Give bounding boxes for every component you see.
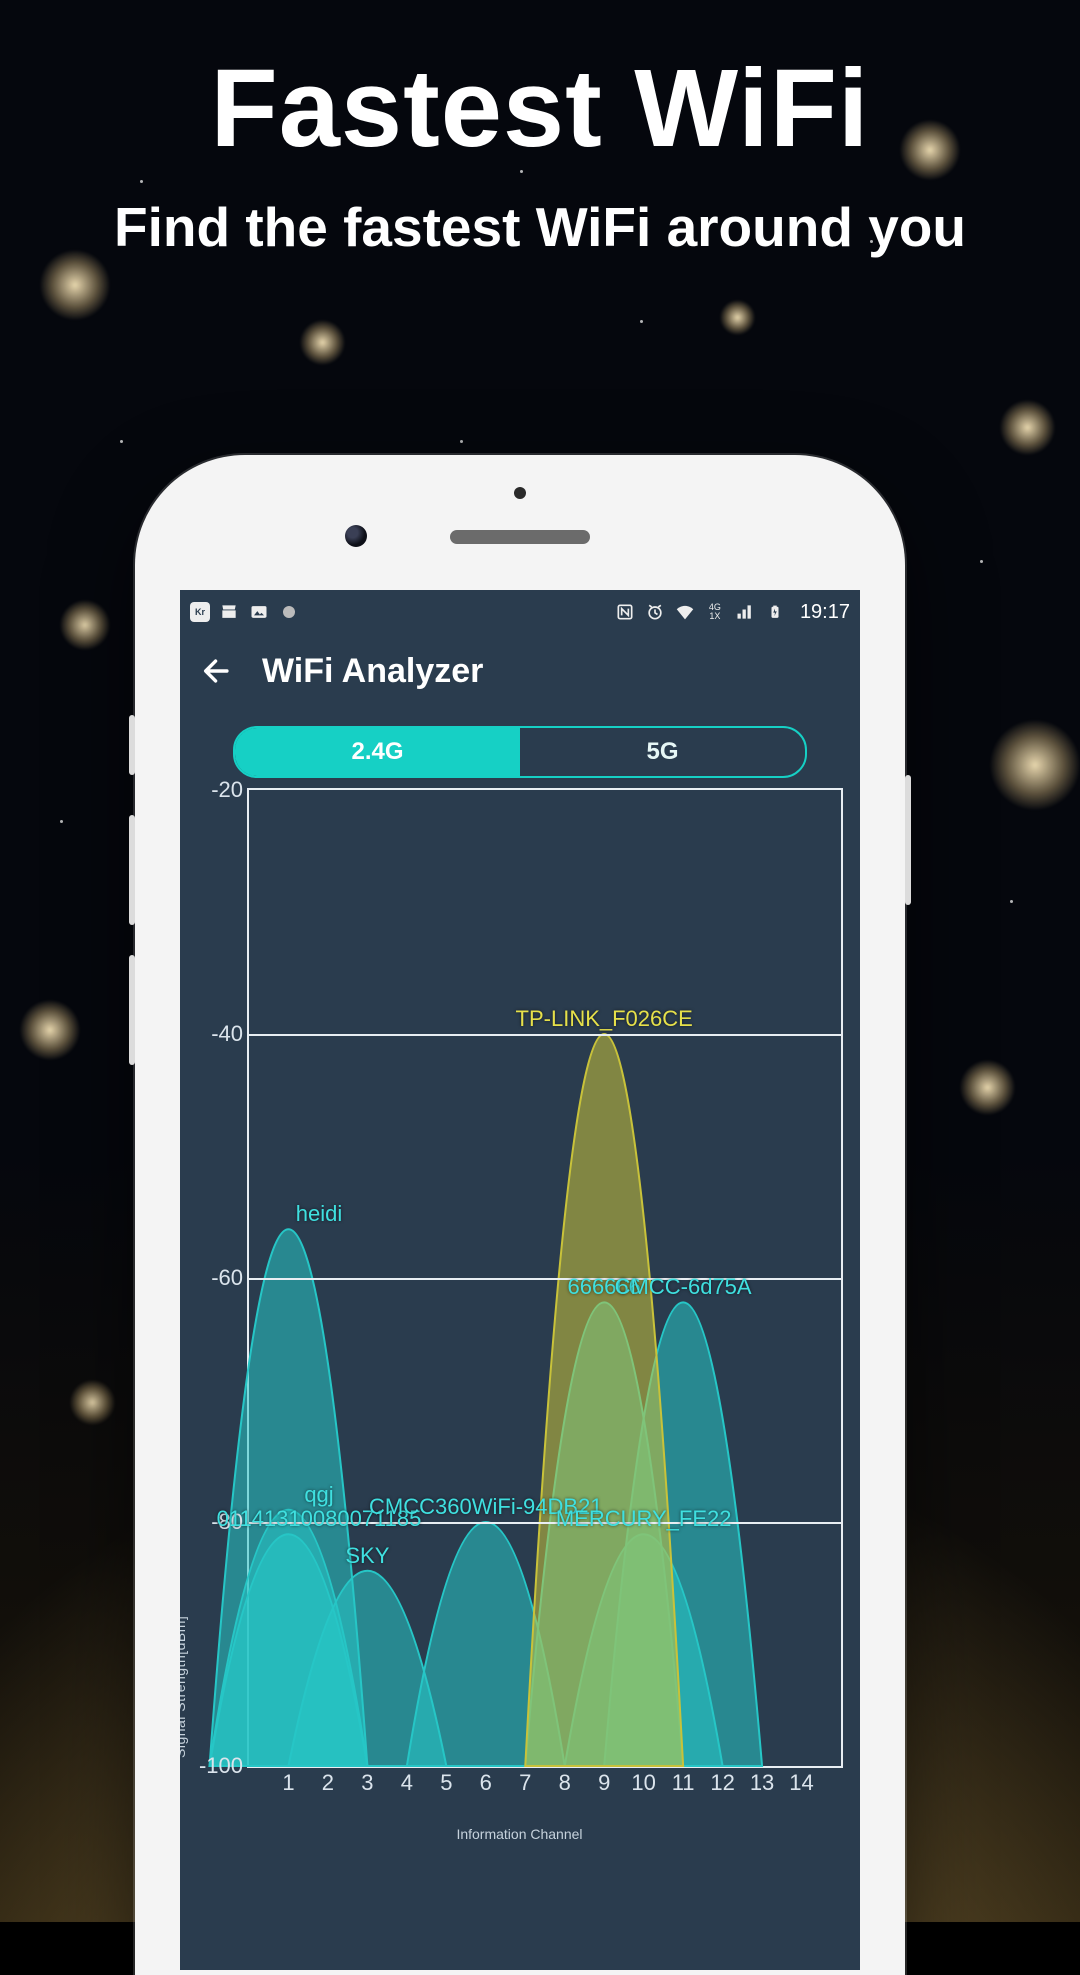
band-toggle: 2.4G 5G	[233, 726, 807, 778]
x-tick-label: 13	[750, 1770, 774, 1796]
arrow-left-icon	[200, 654, 234, 688]
band-5g-tab[interactable]: 5G	[520, 728, 805, 776]
signal-icon	[734, 601, 756, 623]
y-tick-label: -100	[199, 1753, 243, 1779]
x-tick-label: 4	[401, 1770, 413, 1796]
wifi-ssid-label: MERCURY_FE22	[556, 1506, 732, 1532]
y-tick-label: -20	[211, 777, 243, 803]
x-tick-label: 2	[322, 1770, 334, 1796]
wifi-ssid-label: heidi	[296, 1201, 342, 1227]
phone-shell: Kr	[135, 455, 905, 1975]
x-tick-label: 5	[440, 1770, 452, 1796]
status-bar: Kr	[180, 590, 860, 634]
band-24g-tab[interactable]: 2.4G	[235, 728, 520, 776]
status-clock: 19:17	[800, 601, 850, 624]
phone-top-camera	[514, 487, 526, 499]
image-icon	[248, 601, 270, 623]
phone-side-button	[129, 955, 135, 1065]
x-tick-label: 7	[519, 1770, 531, 1796]
x-tick-label: 1	[282, 1770, 294, 1796]
phone-side-button	[905, 775, 911, 905]
status-right-tray: 4G1X 19:17	[614, 601, 850, 624]
notification-app-icon: Kr	[190, 602, 210, 622]
wifi-ssid-label: CMCC-6d75A	[615, 1274, 752, 1300]
wifi-ssid-label: qgj	[304, 1482, 333, 1508]
y-axis-label: Signal Strength[dBm]	[180, 1616, 188, 1758]
x-tick-label: 8	[559, 1770, 571, 1796]
promo-title: Fastest WiFi	[0, 45, 1080, 172]
x-tick-label: 12	[710, 1770, 734, 1796]
y-tick-label: -40	[211, 1021, 243, 1047]
wifi-icon	[674, 601, 696, 623]
circle-icon	[278, 601, 300, 623]
store-icon	[218, 601, 240, 623]
y-tick-label: -60	[211, 1265, 243, 1291]
battery-charging-icon	[764, 601, 786, 623]
alarm-icon	[644, 601, 666, 623]
promo-subtitle: Find the fastest WiFi around you	[0, 195, 1080, 259]
page-title: WiFi Analyzer	[262, 652, 483, 691]
4g-signal-icon: 4G1X	[704, 601, 726, 623]
status-left-tray: Kr	[190, 601, 300, 623]
x-tick-label: 6	[480, 1770, 492, 1796]
wifi-signal-lobe	[210, 1229, 368, 1766]
x-tick-label: 10	[631, 1770, 655, 1796]
phone-side-button	[129, 815, 135, 925]
screen: Kr	[180, 590, 860, 1970]
x-axis-label: Information Channel	[192, 1826, 847, 1842]
signal-chart: Signal Strength[dBm] Information Channel…	[192, 788, 847, 1818]
app-bar: WiFi Analyzer	[180, 634, 860, 708]
x-tick-label: 11	[672, 1770, 695, 1796]
phone-side-button	[129, 715, 135, 775]
wifi-ssid-label: SKY	[345, 1543, 389, 1569]
wifi-ssid-label: TP-LINK_F026CE	[516, 1006, 693, 1032]
back-button[interactable]	[200, 654, 234, 688]
x-tick-label: 3	[361, 1770, 373, 1796]
x-tick-label: 14	[789, 1770, 813, 1796]
wifi-signal-lobe	[525, 1034, 683, 1766]
nfc-icon	[614, 601, 636, 623]
phone-speaker	[450, 530, 590, 544]
x-tick-label: 9	[598, 1770, 610, 1796]
